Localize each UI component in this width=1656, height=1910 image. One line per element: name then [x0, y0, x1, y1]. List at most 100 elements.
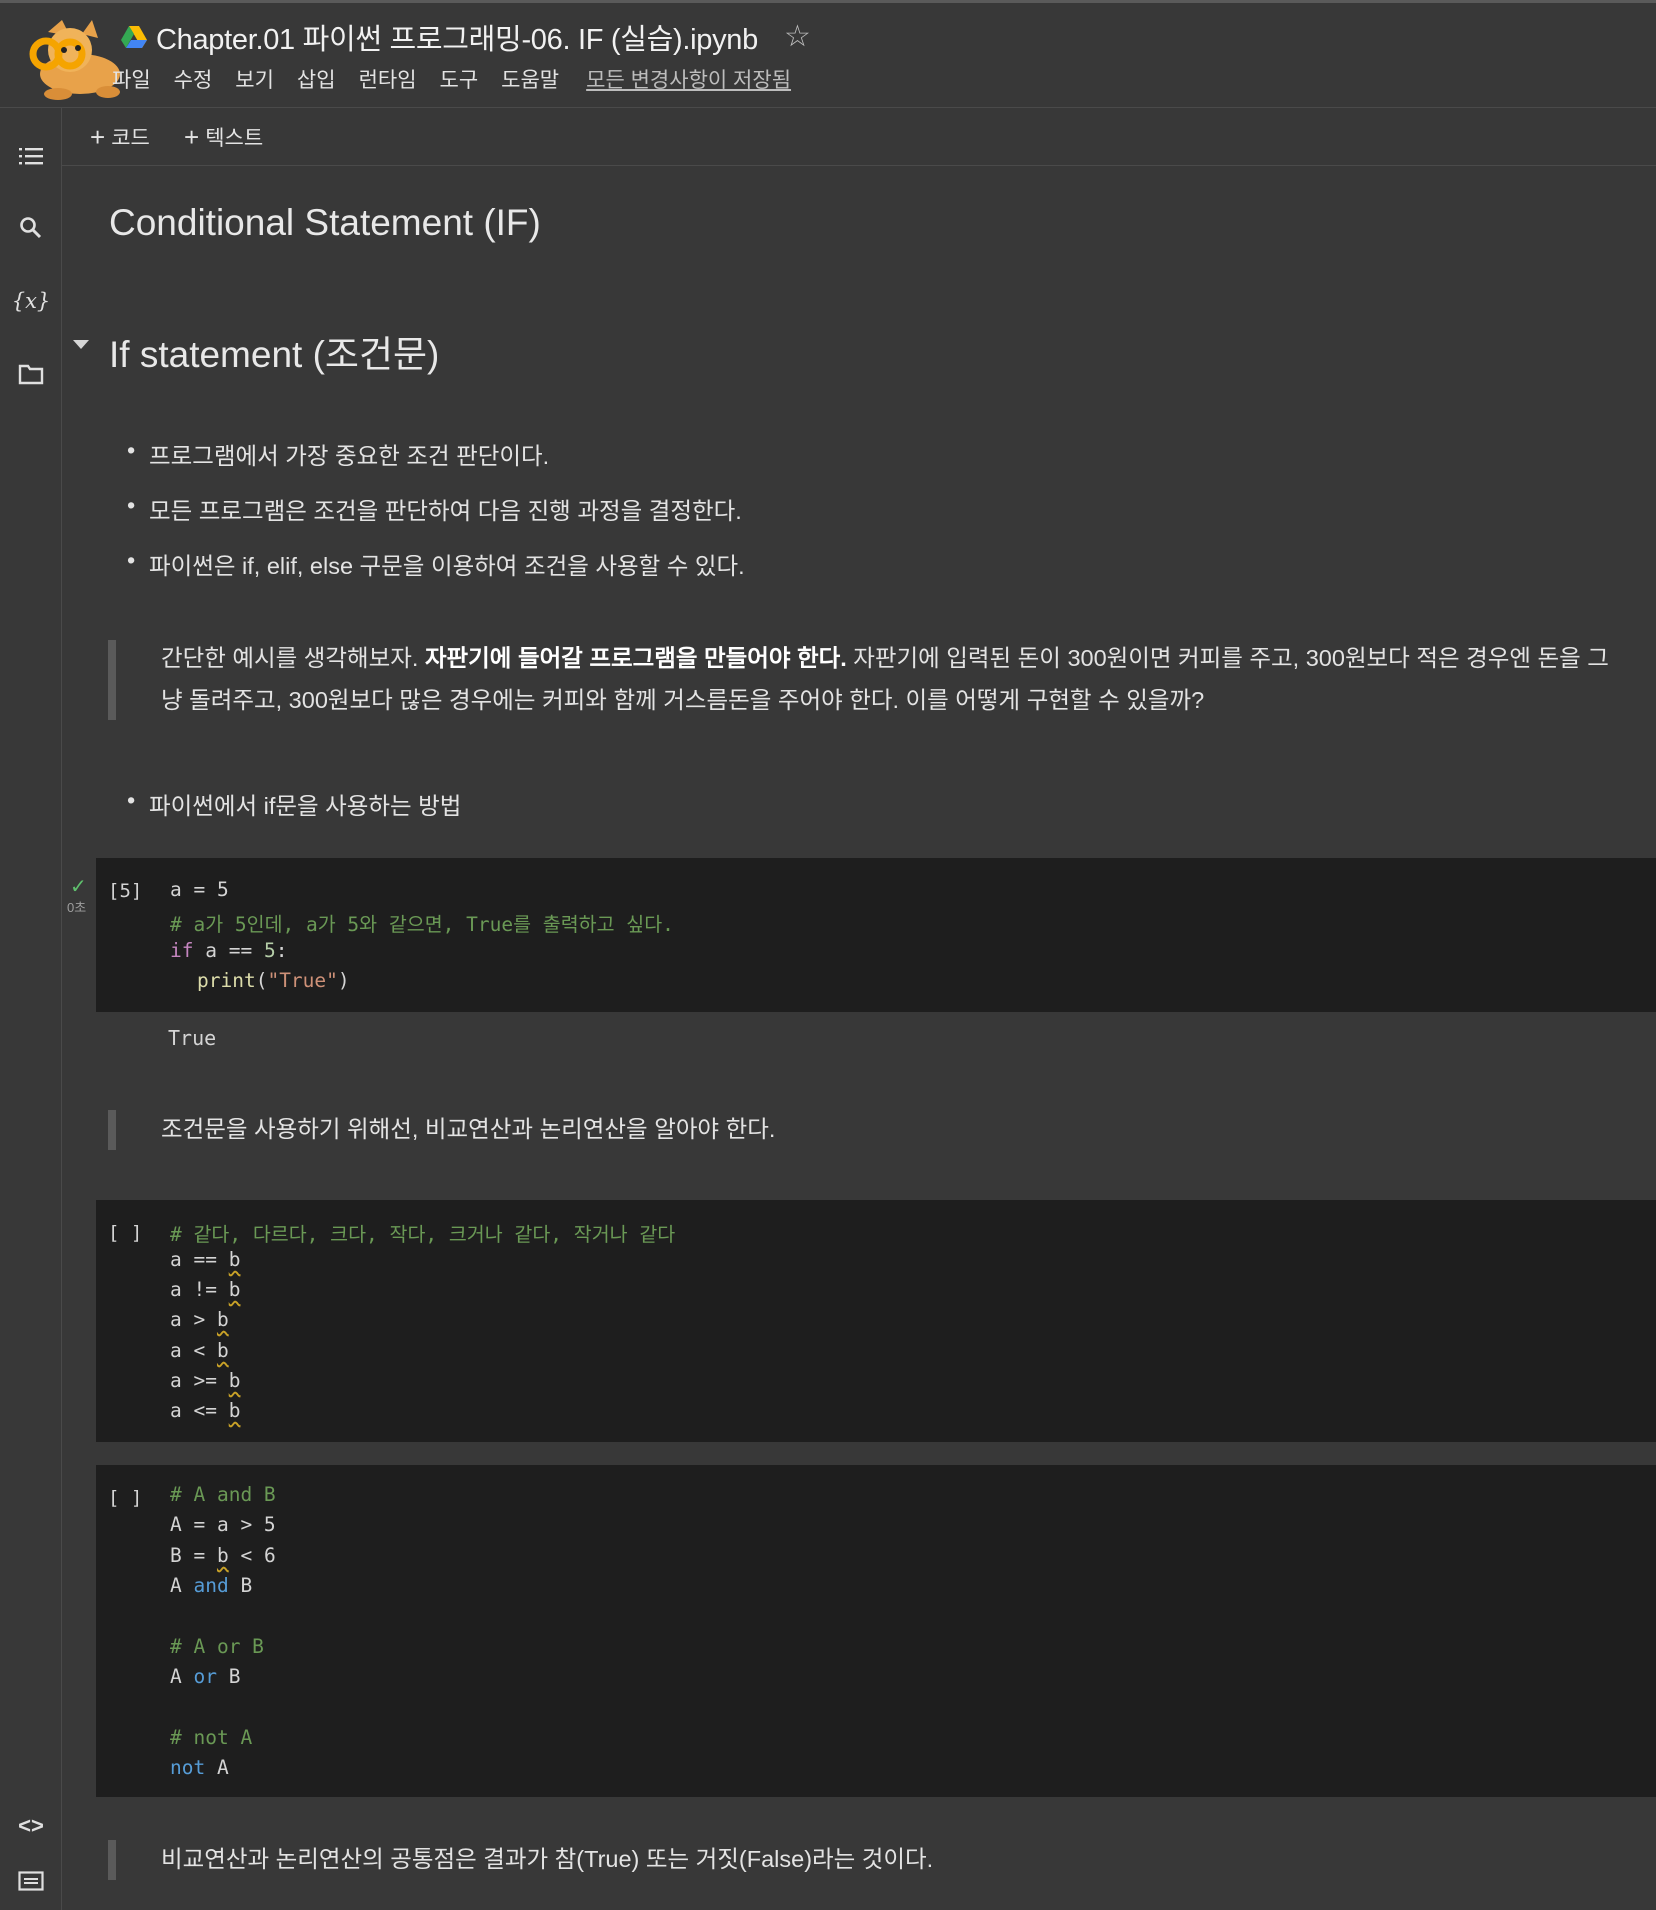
menu-tools[interactable]: 도구 [440, 64, 479, 94]
notebook-title[interactable]: Chapter.01 파이썬 프로그래밍-06. IF (실습).ipynb [156, 16, 758, 58]
code-line: A = a > 5 [170, 1513, 276, 1536]
run-cell-prompt[interactable]: [ ] [108, 1222, 142, 1244]
code-line: print("True") [197, 969, 350, 992]
code-token: A [170, 1665, 194, 1688]
top-border [0, 0, 1656, 3]
menu-insert[interactable]: 삽입 [297, 64, 336, 94]
code-line: a = 5 [170, 878, 229, 901]
code-token: a != [170, 1278, 229, 1301]
blockquote-bar [108, 640, 116, 720]
blockquote-text: 조건문을 사용하기 위해선, 비교연산과 논리연산을 알아야 한다. [161, 1116, 776, 1142]
bullet-item: 모든 프로그램은 조건을 판단하여 다음 진행 과정을 결정한다. [127, 492, 742, 526]
undefined-variable: b [216, 1308, 229, 1331]
code-comment: # a가 5인데, a가 5와 같으면, True를 출력하고 싶다. [170, 913, 674, 936]
code-line: a >= b [170, 1369, 240, 1392]
code-line: a < b [170, 1339, 229, 1362]
add-code-button[interactable]: + 코드 [90, 122, 150, 152]
menu-file[interactable]: 파일 [112, 64, 151, 94]
code-token: A [170, 1574, 194, 1597]
run-success-check-icon: ✓ [70, 876, 87, 898]
notebook-toolbar: + 코드 + 텍스트 [62, 108, 1656, 166]
code-token: A [205, 1756, 229, 1779]
undefined-variable: b [216, 1544, 229, 1567]
google-drive-icon[interactable] [120, 25, 148, 49]
code-comment: # A or B [170, 1635, 264, 1658]
quote-bold-text: 자판기에 들어갈 프로그램을 만들어야 한다. [424, 645, 847, 671]
title-row: Chapter.01 파이썬 프로그래밍-06. IF (실습).ipynb ☆ [120, 16, 811, 58]
section-heading: If statement (조건문) [109, 334, 440, 375]
code-token: B = [170, 1544, 217, 1567]
code-line: a > b [170, 1308, 229, 1331]
menu-bar: 파일 수정 보기 삽입 런타임 도구 도움말 모든 변경사항이 저장됨 [112, 64, 791, 94]
code-comment: # A and B [170, 1483, 276, 1506]
code-line: if a == 5: [170, 939, 287, 962]
left-sidebar: {x} <> [0, 108, 62, 1910]
code-token: a < [170, 1339, 217, 1362]
code-comment: # not A [170, 1726, 253, 1749]
code-token: : [275, 939, 288, 962]
code-line: A or B [170, 1665, 240, 1688]
code-cell[interactable]: [5] a = 5 # a가 5인데, a가 5와 같으면, True를 출력하… [96, 858, 1656, 1012]
code-token: a >= [170, 1369, 229, 1392]
table-of-contents-icon[interactable] [13, 138, 49, 174]
add-text-button[interactable]: + 텍스트 [184, 122, 263, 152]
code-token: B [216, 1665, 241, 1688]
code-token: B [228, 1574, 253, 1597]
blockquote-text: 간단한 예시를 생각해보자. 자판기에 들어갈 프로그램을 만들어야 한다. 자… [161, 637, 1621, 721]
undefined-variable: b [228, 1278, 241, 1301]
blockquote-bar [108, 1840, 116, 1880]
add-code-label: 코드 [111, 127, 150, 150]
notebook-heading: Conditional Statement (IF) [109, 202, 541, 243]
code-function: print [197, 969, 256, 992]
code-string: "True" [267, 969, 338, 992]
code-token: < 6 [228, 1544, 276, 1567]
cell-output: True [168, 1026, 217, 1050]
collapse-caret-icon[interactable] [72, 336, 90, 354]
app-header: Chapter.01 파이썬 프로그래밍-06. IF (실습).ipynb ☆… [0, 0, 1656, 108]
menu-help[interactable]: 도움말 [501, 64, 559, 94]
code-token: a == [170, 1248, 229, 1271]
variables-icon[interactable]: {x} [12, 283, 51, 319]
menu-edit[interactable]: 수정 [174, 64, 213, 94]
add-text-label: 텍스트 [205, 127, 264, 150]
code-line: a != b [170, 1278, 240, 1301]
code-snippets-icon[interactable]: <> [13, 1808, 49, 1844]
terminal-icon[interactable] [13, 1863, 49, 1899]
code-cell[interactable]: [ ] # A and B A = a > 5 B = b < 6 A and … [96, 1465, 1656, 1797]
menu-view[interactable]: 보기 [235, 64, 274, 94]
undefined-variable: b [228, 1369, 241, 1392]
run-cell-prompt[interactable]: [ ] [108, 1487, 142, 1509]
star-icon[interactable]: ☆ [784, 22, 811, 52]
bullet-item: 프로그램에서 가장 중요한 조건 판단이다. [127, 437, 549, 471]
code-line: not A [170, 1756, 229, 1779]
code-line: a <= b [170, 1399, 240, 1422]
code-keyword: if [170, 939, 194, 962]
code-operator-keyword: or [193, 1665, 217, 1688]
quote-text-part: 간단한 예시를 생각해보자. [161, 645, 425, 671]
code-token: a > [170, 1308, 217, 1331]
code-token: a == [193, 939, 264, 962]
bullet-item: 파이썬은 if, elif, else 구문을 이용하여 조건을 사용할 수 있… [127, 547, 745, 581]
search-icon[interactable] [13, 210, 49, 246]
blockquote-text: 비교연산과 논리연산의 공통점은 결과가 참(True) 또는 거짓(False… [161, 1846, 934, 1872]
menu-runtime[interactable]: 런타임 [359, 64, 417, 94]
code-token: a = 5 [170, 878, 229, 901]
code-operator-keyword: not [170, 1756, 206, 1779]
code-cell[interactable]: [ ] # 같다, 다르다, 크다, 작다, 크거나 같다, 작거나 같다 a … [96, 1200, 1656, 1442]
save-status-link[interactable]: 모든 변경사항이 저장됨 [586, 64, 791, 94]
folder-icon[interactable] [13, 356, 49, 392]
execution-time: 0초 [67, 900, 87, 915]
undefined-variable: b [228, 1399, 241, 1422]
bullet-item: 파이썬에서 if문을 사용하는 방법 [127, 787, 461, 821]
execution-count[interactable]: [5] [108, 880, 142, 902]
code-operator-keyword: and [193, 1574, 229, 1597]
code-number: 5 [263, 939, 276, 962]
blockquote-bar [108, 1110, 116, 1150]
code-line: a == b [170, 1248, 240, 1271]
undefined-variable: b [228, 1248, 241, 1271]
plus-icon: + [184, 122, 200, 152]
code-line: B = b < 6 [170, 1544, 276, 1567]
undefined-variable: b [216, 1339, 229, 1362]
code-token: a <= [170, 1399, 229, 1422]
code-line: A and B [170, 1574, 252, 1597]
